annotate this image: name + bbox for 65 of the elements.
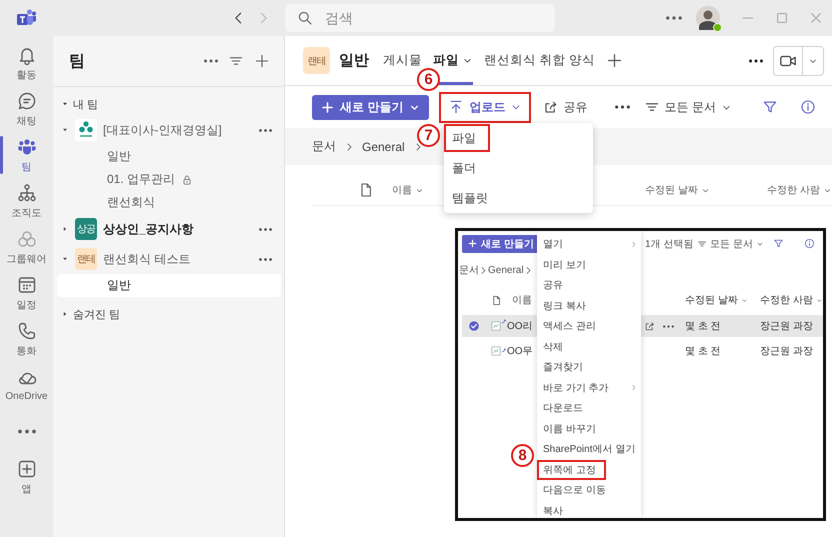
menu-item[interactable]: 바로 가기 추가 <box>537 378 641 398</box>
team-name[interactable]: [대표이사-인재경영실] <box>103 122 253 138</box>
column-header[interactable]: 이름 <box>512 293 532 307</box>
rail-item[interactable]: 팀 <box>0 132 53 178</box>
rail-item[interactable]: 앱 <box>0 454 53 500</box>
breadcrumb-link[interactable]: 문서 <box>312 138 336 155</box>
rail-item[interactable]: 통화 <box>0 316 53 362</box>
menu-item[interactable]: 미리 보기 <box>537 254 641 275</box>
menu-item[interactable]: 링크 복사 <box>537 296 641 316</box>
section-toggle[interactable]: 내 팀 <box>53 93 98 115</box>
channel-item[interactable]: 01. 업무관리 <box>57 168 281 191</box>
view-menu[interactable]: 모든 문서 <box>697 236 767 250</box>
menu-item[interactable]: 복사 <box>537 500 641 518</box>
menu-item[interactable]: 즐겨찾기 <box>537 357 641 378</box>
channel-item[interactable]: 일반 <box>57 145 281 168</box>
menu-item[interactable]: 폴더 <box>444 153 593 183</box>
menu-item[interactable]: 템플릿 <box>444 183 593 213</box>
column-header[interactable]: 수정한 사람 <box>760 293 823 307</box>
menu-item[interactable]: 다음으로 이동 <box>537 480 641 500</box>
table-cell: 장근원 과장 <box>760 346 813 357</box>
file-name[interactable]: OO리 <box>507 319 533 333</box>
upload-button[interactable]: 업로드 <box>439 92 532 122</box>
team-avatar: 랜테 <box>303 47 330 74</box>
breadcrumb-link[interactable]: General <box>362 140 405 154</box>
table-cell-text: 몇 초 전 <box>685 320 721 333</box>
rail-item[interactable]: 그룹웨어 <box>0 224 53 270</box>
menu-item[interactable]: 위쪽에 고정 <box>537 460 641 480</box>
table-cell: 몇 초 전 <box>685 346 721 357</box>
column-header[interactable]: 수정된 날짜 <box>645 183 710 197</box>
file-name[interactable]: OO무 <box>507 344 533 358</box>
menu-item[interactable]: 액세스 관리 <box>537 316 641 336</box>
channel-item[interactable]: 일반 <box>57 274 281 297</box>
section-toggle[interactable]: 숨겨진 팀 <box>53 303 120 325</box>
breadcrumb-link[interactable]: 문서 <box>459 263 479 277</box>
rail-item[interactable]: OneDrive <box>0 362 53 408</box>
channel-item[interactable]: 랜선회식 <box>57 191 281 214</box>
menu-item[interactable]: 이름 바꾸기 <box>537 418 641 439</box>
team-avatar: 상공 <box>75 218 97 240</box>
team-avatar: 랜테 <box>75 248 97 270</box>
selection-count: 1개 선택됨 <box>645 238 694 250</box>
column-header[interactable]: 수정된 날짜 <box>685 293 748 307</box>
new-button[interactable]: 새로 만들기 <box>462 234 540 252</box>
column-header[interactable]: 수정한 사람 <box>767 183 832 197</box>
breadcrumb-link[interactable]: General <box>488 264 524 276</box>
team-name[interactable]: 랜선회식 테스트 <box>103 250 253 268</box>
column-header[interactable]: 이름 <box>392 183 424 197</box>
share-button[interactable]: 공유 <box>537 98 594 116</box>
rail-item[interactable]: 채팅 <box>0 86 53 132</box>
view-menu[interactable]: 모든 문서 <box>638 98 738 116</box>
tab[interactable]: 랜선회식 취합 양식 <box>484 36 595 85</box>
search-field[interactable]: 검색 <box>285 4 555 32</box>
menu-item[interactable]: SharePoint에서 열기 <box>537 439 641 460</box>
menu-item[interactable]: 공유 <box>537 275 641 296</box>
new-button[interactable]: 새로 만들기 <box>312 94 430 120</box>
channel-title: 일반 <box>339 51 369 70</box>
rail-item[interactable]: 일정 <box>0 270 53 316</box>
team-name[interactable]: 상상인_공지사항 <box>103 220 253 238</box>
menu-item[interactable]: 열기 <box>537 234 641 254</box>
rail-item[interactable]: 조직도 <box>0 178 53 224</box>
menu-item[interactable]: 삭제 <box>537 336 641 357</box>
rail-item[interactable]: 활동 <box>0 40 53 86</box>
table-cell-text: 장근원 과장 <box>760 320 813 333</box>
menu-item[interactable]: 파일 <box>444 123 593 153</box>
panel-title: 팀 <box>69 52 86 72</box>
menu-item[interactable]: 다운로드 <box>537 398 641 418</box>
